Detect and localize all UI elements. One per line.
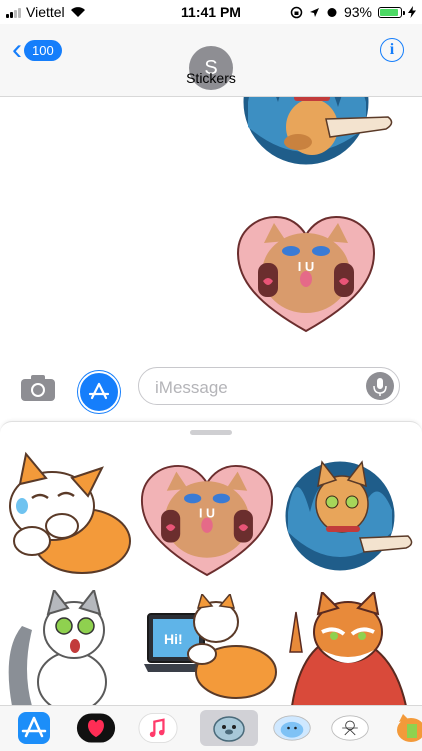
camera-icon[interactable]: [20, 374, 56, 402]
message-composer: iMessage: [0, 360, 422, 416]
sticker-curtain-cat[interactable]: [282, 452, 416, 582]
seal-icon: [213, 716, 245, 742]
digital-touch-icon: [76, 713, 116, 743]
status-bar: Viettel 11:41 PM 93%: [0, 0, 422, 24]
status-right: 93%: [290, 4, 416, 20]
laptop-text: Hi!: [164, 631, 183, 647]
message-list: I U: [0, 97, 422, 360]
back-button[interactable]: ‹ 100: [12, 33, 62, 66]
sticker-drawer: I U Hi!: [0, 421, 422, 706]
chevron-left-icon: ‹: [12, 33, 22, 66]
app-store-tray-icon: [18, 712, 50, 744]
tray-cat-pack[interactable]: [388, 710, 422, 746]
tray-blob-pack[interactable]: [272, 710, 312, 746]
contact-name[interactable]: Stickers: [0, 70, 422, 86]
location-icon: [309, 7, 319, 17]
drawer-handle[interactable]: [190, 430, 232, 435]
blue-blob-icon: [273, 715, 311, 741]
battery-fill: [380, 8, 398, 16]
battery-icon: [378, 6, 405, 18]
microphone-button[interactable]: [366, 372, 394, 400]
sticker-crying-cat[interactable]: [2, 446, 134, 578]
tray-drawing-pack[interactable]: [330, 710, 370, 746]
cat-pack-icon: [397, 714, 422, 742]
sticker-wise-cat[interactable]: [282, 592, 416, 706]
tray-heart[interactable]: [76, 710, 116, 746]
sticker-laptop-cat[interactable]: Hi!: [142, 594, 280, 706]
rotation-lock-icon: [290, 6, 303, 18]
sent-sticker-curtain-cat[interactable]: [238, 97, 398, 182]
imessage-placeholder: iMessage: [155, 378, 228, 397]
info-button[interactable]: i: [380, 38, 404, 62]
sticker-shocked-cat[interactable]: [2, 590, 122, 706]
tray-app-store[interactable]: [14, 710, 54, 746]
tray-music[interactable]: [138, 710, 178, 746]
alarm-icon: [327, 8, 337, 17]
app-store-icon: [88, 382, 110, 400]
battery-percent: 93%: [343, 4, 372, 20]
conversation-header: ‹ 100 S Stickers i: [0, 24, 422, 97]
music-icon: [138, 713, 178, 743]
imessage-input[interactable]: iMessage: [138, 367, 400, 405]
tray-seal-pack[interactable]: [200, 710, 258, 746]
sticker-heart-cat[interactable]: I U: [140, 462, 274, 577]
microphone-icon: [373, 378, 387, 396]
drawing-icon: [331, 715, 369, 741]
charging-icon: [408, 6, 416, 18]
unread-badge: 100: [24, 39, 62, 61]
sent-sticker-heart-cat[interactable]: I U: [236, 213, 376, 333]
app-tray: [0, 705, 422, 751]
app-store-button[interactable]: [78, 371, 120, 413]
